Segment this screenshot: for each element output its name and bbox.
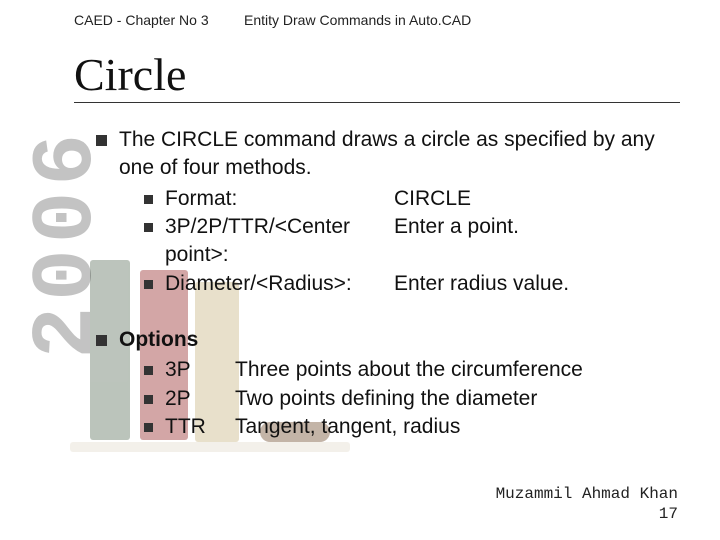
list-item: 3P/2P/TTR/<Center point>: Enter a point. — [144, 213, 672, 270]
bullet-icon — [144, 280, 153, 289]
option-desc: Three points about the circumference — [235, 356, 672, 384]
list-item: Diameter/<Radius>: Enter radius value. — [144, 270, 672, 298]
footer-author: Muzammil Ahmad Khan — [496, 484, 678, 504]
list-item: TTR Tangent, tangent, radius — [144, 413, 672, 441]
prompt-label: Diameter/<Radius>: — [165, 270, 352, 298]
prompt-value: Enter radius value. — [394, 270, 672, 298]
section-methods: The CIRCLE command draws a circle as spe… — [96, 126, 672, 298]
bullet-icon — [144, 195, 153, 204]
format-value: CIRCLE — [394, 185, 672, 213]
option-key: 3P — [165, 356, 235, 384]
list-item: 3P Three points about the circumference — [144, 356, 672, 384]
option-key: 2P — [165, 385, 235, 413]
list-item: Format: CIRCLE — [144, 185, 672, 213]
bullet-icon — [144, 395, 153, 404]
bullet-icon — [144, 223, 153, 232]
header: CAED - Chapter No 3 Entity Draw Commands… — [74, 12, 680, 28]
title-divider — [74, 102, 680, 103]
bullet-icon — [144, 423, 153, 432]
bullet-icon — [144, 366, 153, 375]
prompt-label: 3P/2P/TTR/<Center point>: — [165, 213, 394, 270]
option-desc: Tangent, tangent, radius — [235, 413, 672, 441]
prompt-value: Enter a point. — [394, 213, 672, 241]
footer-page: 17 — [496, 504, 678, 524]
footer: Muzammil Ahmad Khan 17 — [496, 484, 678, 524]
section-lead: Options — [119, 326, 672, 354]
header-topic: Entity Draw Commands in Auto.CAD — [244, 12, 680, 28]
section-options: Options 3P Three points about the circum… — [96, 326, 672, 441]
option-key: TTR — [165, 413, 235, 441]
format-label: Format: — [165, 185, 237, 213]
page-title: Circle — [74, 48, 186, 101]
list-item: 2P Two points defining the diameter — [144, 385, 672, 413]
bullet-icon — [96, 335, 107, 346]
option-desc: Two points defining the diameter — [235, 385, 672, 413]
section-lead: The CIRCLE command draws a circle as spe… — [119, 126, 672, 183]
bullet-icon — [96, 135, 107, 146]
header-chapter: CAED - Chapter No 3 — [74, 12, 244, 28]
content: The CIRCLE command draws a circle as spe… — [96, 126, 672, 469]
